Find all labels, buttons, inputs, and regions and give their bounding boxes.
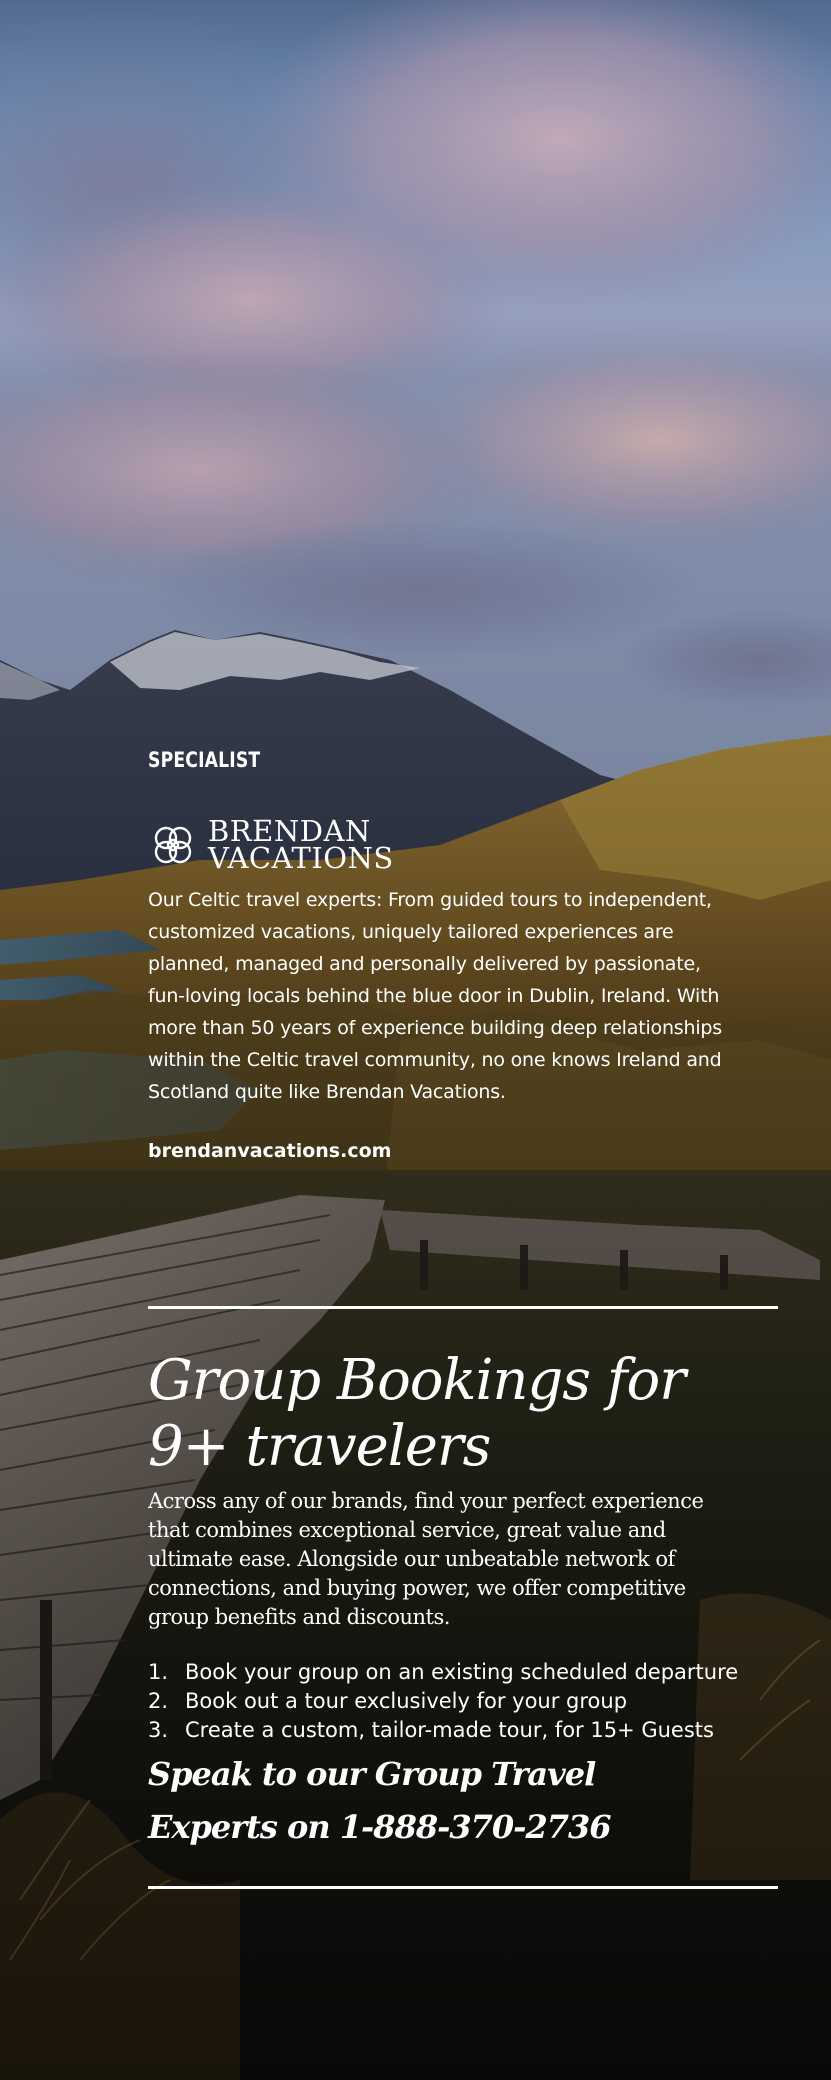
list-item: 1. Book your group on an existing schedu… [148, 1658, 738, 1687]
list-text: Create a custom, tailor-made tour, for 1… [185, 1718, 714, 1742]
website-link[interactable]: brendanvacations.com [148, 1140, 391, 1162]
list-text: Book your group on an existing scheduled… [185, 1660, 739, 1684]
list-item: 2. Book out a tour exclusively for your … [148, 1687, 738, 1716]
list-text: Book out a tour exclusively for your gro… [185, 1689, 628, 1713]
group-travel-contact: Speak to our Group Travel Experts on 1-8… [148, 1748, 612, 1854]
booking-options-list: 1. Book your group on an existing schedu… [148, 1658, 738, 1745]
group-bookings-heading: Group Bookings for 9+ travelers [148, 1348, 768, 1480]
list-number: 2. [148, 1689, 169, 1713]
cta-line-1: Speak to our Group Travel [148, 1755, 596, 1793]
specialist-description: Our Celtic travel experts: From guided t… [148, 889, 722, 1103]
heading-line-2: 9+ travelers [148, 1414, 491, 1479]
logo-wordmark: BRENDAN VACATIONS [208, 817, 394, 875]
brendan-vacations-logo: BRENDAN VACATIONS [148, 817, 394, 875]
specialist-label: SPECIALIST [148, 748, 261, 772]
cta-phone-line[interactable]: Experts on 1-888-370-2736 [148, 1801, 612, 1854]
list-number: 3. [148, 1718, 169, 1742]
list-item: 3. Create a custom, tailor-made tour, fo… [148, 1716, 738, 1745]
group-intro-text: Across any of our brands, find your perf… [148, 1489, 704, 1629]
divider-bottom [148, 1886, 778, 1889]
list-number: 1. [148, 1660, 169, 1684]
logo-line-vacations: VACATIONS [208, 841, 394, 875]
heading-line-1: Group Bookings for [148, 1348, 686, 1413]
divider-top [148, 1306, 778, 1309]
celtic-knot-icon [154, 826, 192, 864]
